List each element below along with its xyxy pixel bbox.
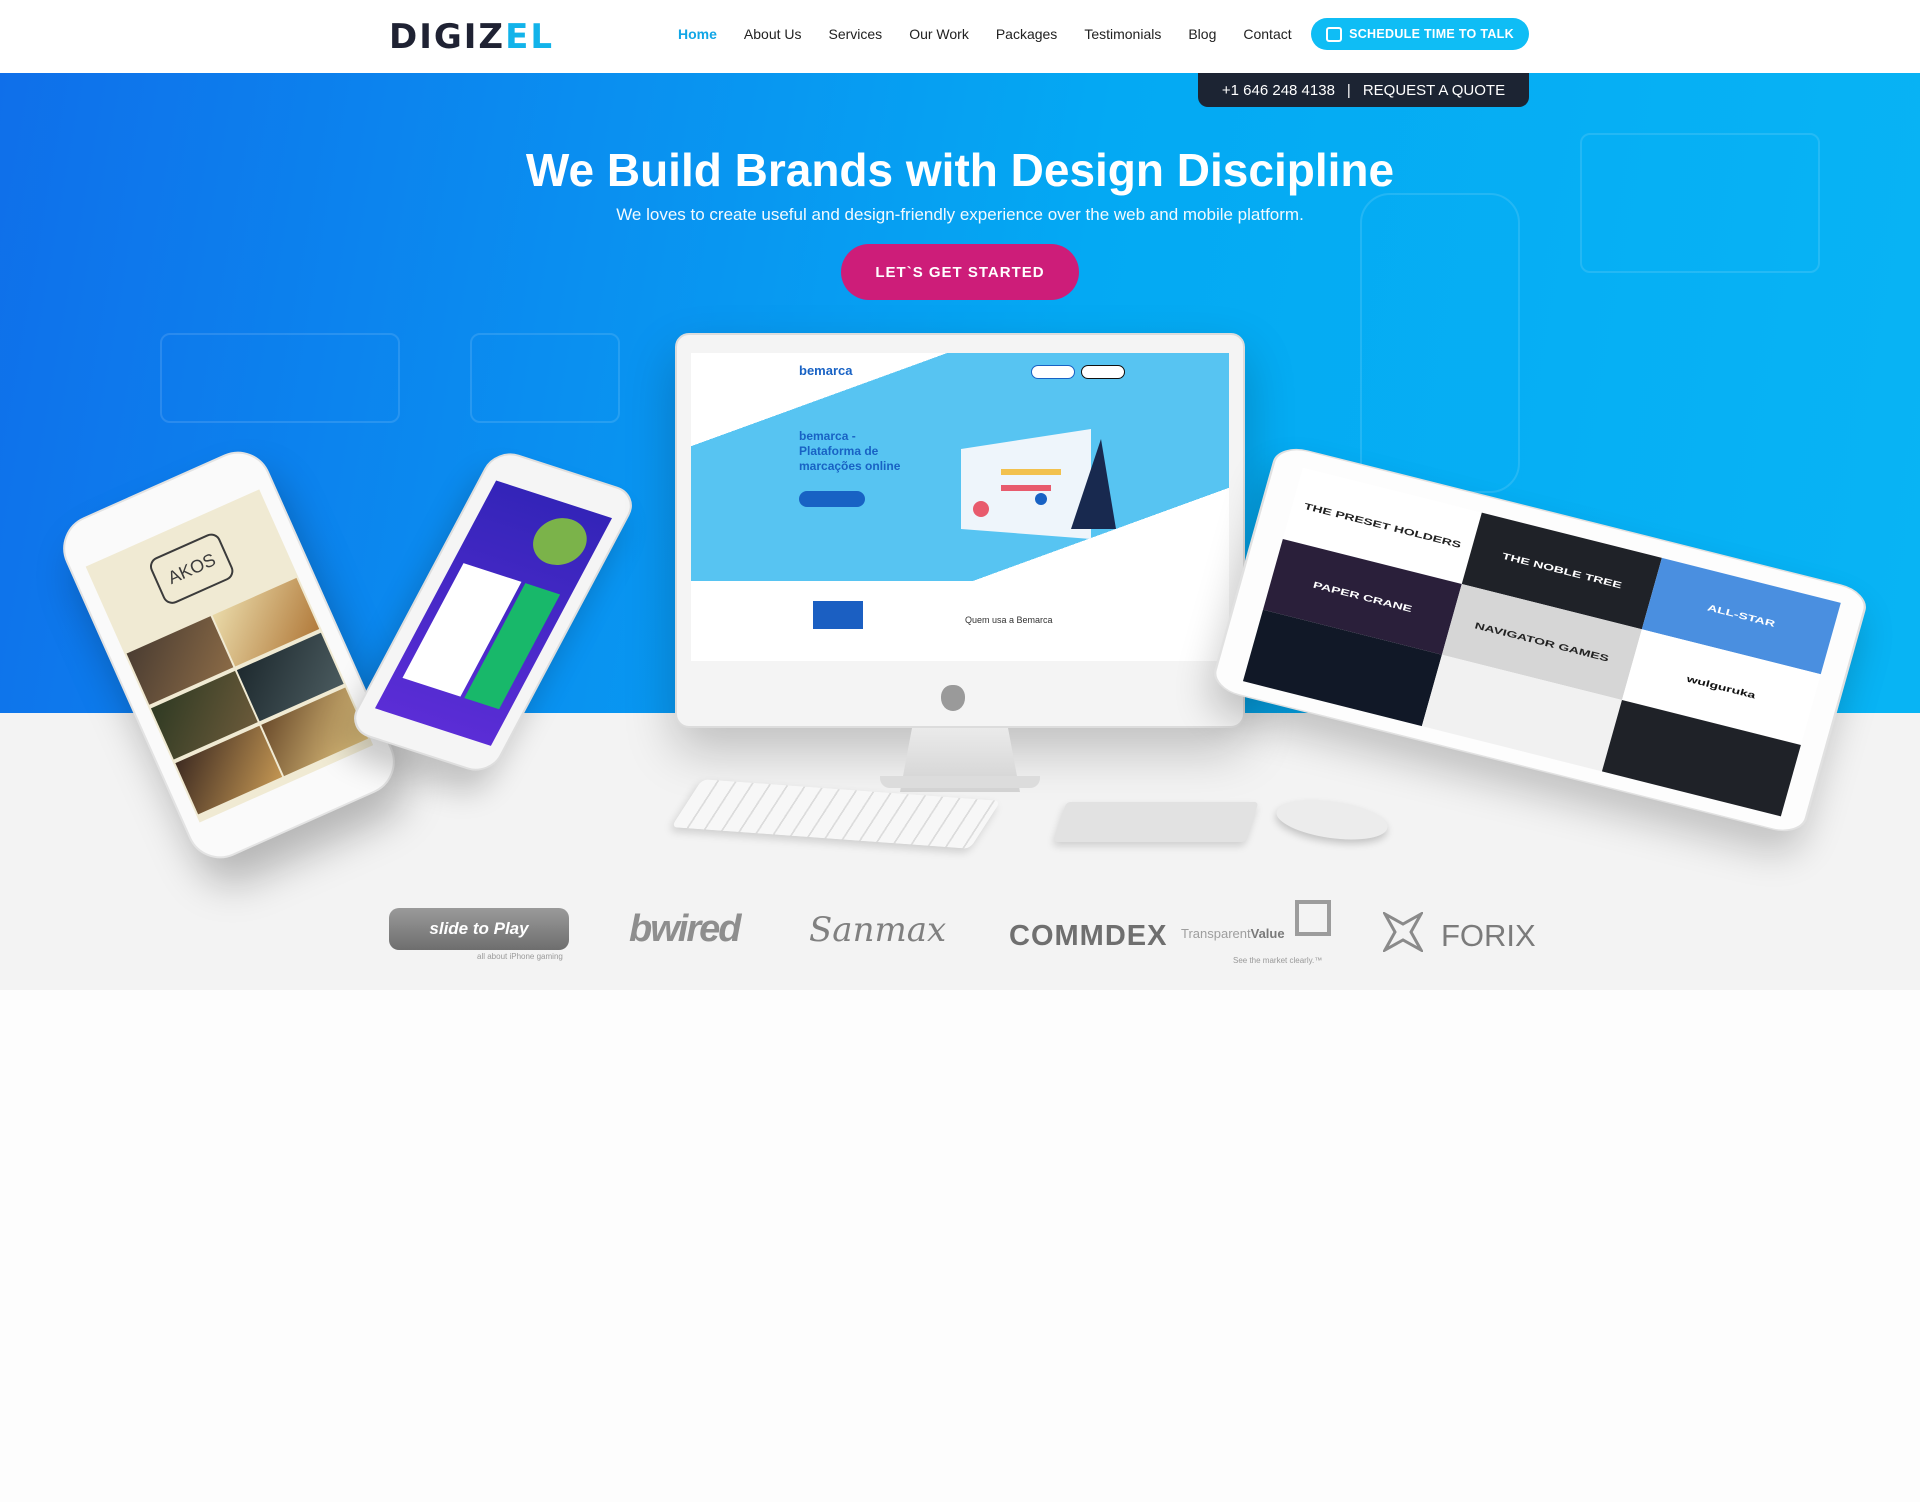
client-logo-transparent-value: TransparentValue (1181, 926, 1285, 941)
calendar-icon (1326, 26, 1343, 42)
hero-subtitle: We loves to create useful and design-fri… (616, 205, 1304, 224)
forix-icon (1383, 912, 1423, 952)
nav-item-contact[interactable]: Contact (1243, 26, 1291, 42)
nav-item-testimonials[interactable]: Testimonials (1084, 26, 1161, 42)
imac-stand-base (880, 776, 1040, 788)
slide-to-play-text: slide to Play (429, 919, 529, 938)
main-nav: Home About Us Services Our Work Packages… (678, 26, 1319, 42)
background-outlet-shape (160, 333, 400, 423)
hero-title: We Build Brands with Design Discipline (525, 144, 1395, 196)
client-logo-bwired: bwired (629, 908, 741, 950)
transparent-value-icon (1295, 900, 1331, 936)
schedule-talk-button[interactable]: SCHEDULE TIME TO TALK (1311, 18, 1529, 50)
screen-lower-section (691, 581, 1229, 661)
screen-login-button (1031, 365, 1075, 379)
brand-logo[interactable]: DIGIZEL (389, 20, 554, 54)
imac-mockup: bemarca bemarca - Plataforma de marcaçõe… (675, 333, 1245, 728)
nav-item-services[interactable]: Services (829, 26, 883, 42)
background-device-shape (1360, 193, 1520, 493)
transparent-value-text-a: Transparent (1181, 926, 1251, 941)
akos-logo: AKOS (146, 530, 237, 608)
transparent-value-text-b: Value (1250, 926, 1285, 941)
site-header: DIGIZEL Home About Us Services Our Work … (0, 0, 1920, 73)
client-logo-commdex: COMMDEX (1009, 920, 1168, 952)
screen-illustration (961, 429, 1116, 539)
nav-item-packages[interactable]: Packages (996, 26, 1057, 42)
nav-item-our-work[interactable]: Our Work (909, 26, 969, 42)
food-bowl-image (524, 511, 596, 572)
transparent-value-tagline: See the market clearly.™ (1233, 956, 1323, 965)
screen-video-button (799, 491, 865, 507)
slide-to-play-tagline: all about iPhone gaming (477, 952, 563, 961)
brand-logo-accent: EL (505, 17, 554, 57)
imac-screen: bemarca bemarca - Plataforma de marcaçõe… (691, 353, 1229, 661)
screen-headline: bemarca - Plataforma de marcações online (799, 429, 901, 473)
background-outlet-shape (470, 333, 620, 423)
client-logo-forix: FORIX (1441, 918, 1536, 953)
get-started-button[interactable]: LET`S GET STARTED (841, 244, 1079, 300)
schedule-talk-label: SCHEDULE TIME TO TALK (1349, 27, 1514, 41)
client-logos: slide to Play all about iPhone gaming bw… (389, 900, 1536, 965)
client-logo-sanmax: Sanmax (809, 910, 947, 950)
screen-register-button (1081, 365, 1125, 379)
screen-section-heading: Quem usa a Bemarca (965, 615, 1053, 625)
apple-logo-icon (941, 685, 965, 711)
contact-bar: +1 646 248 4138 | REQUEST A QUOTE (1198, 73, 1529, 107)
trackpad-image (1053, 802, 1259, 842)
brand-logo-main: DIGIZ (389, 17, 506, 57)
nav-item-home[interactable]: Home (678, 26, 717, 42)
nav-item-about-us[interactable]: About Us (744, 26, 802, 42)
bemarca-logo: bemarca (799, 363, 853, 378)
screen-chart-image (813, 601, 863, 629)
phone-number[interactable]: +1 646 248 4138 (1222, 82, 1335, 99)
request-quote-link[interactable]: REQUEST A QUOTE (1363, 82, 1505, 99)
contact-bar-separator: | (1346, 81, 1351, 99)
client-logo-slide-to-play: slide to Play (389, 908, 569, 950)
nav-item-blog[interactable]: Blog (1188, 26, 1216, 42)
